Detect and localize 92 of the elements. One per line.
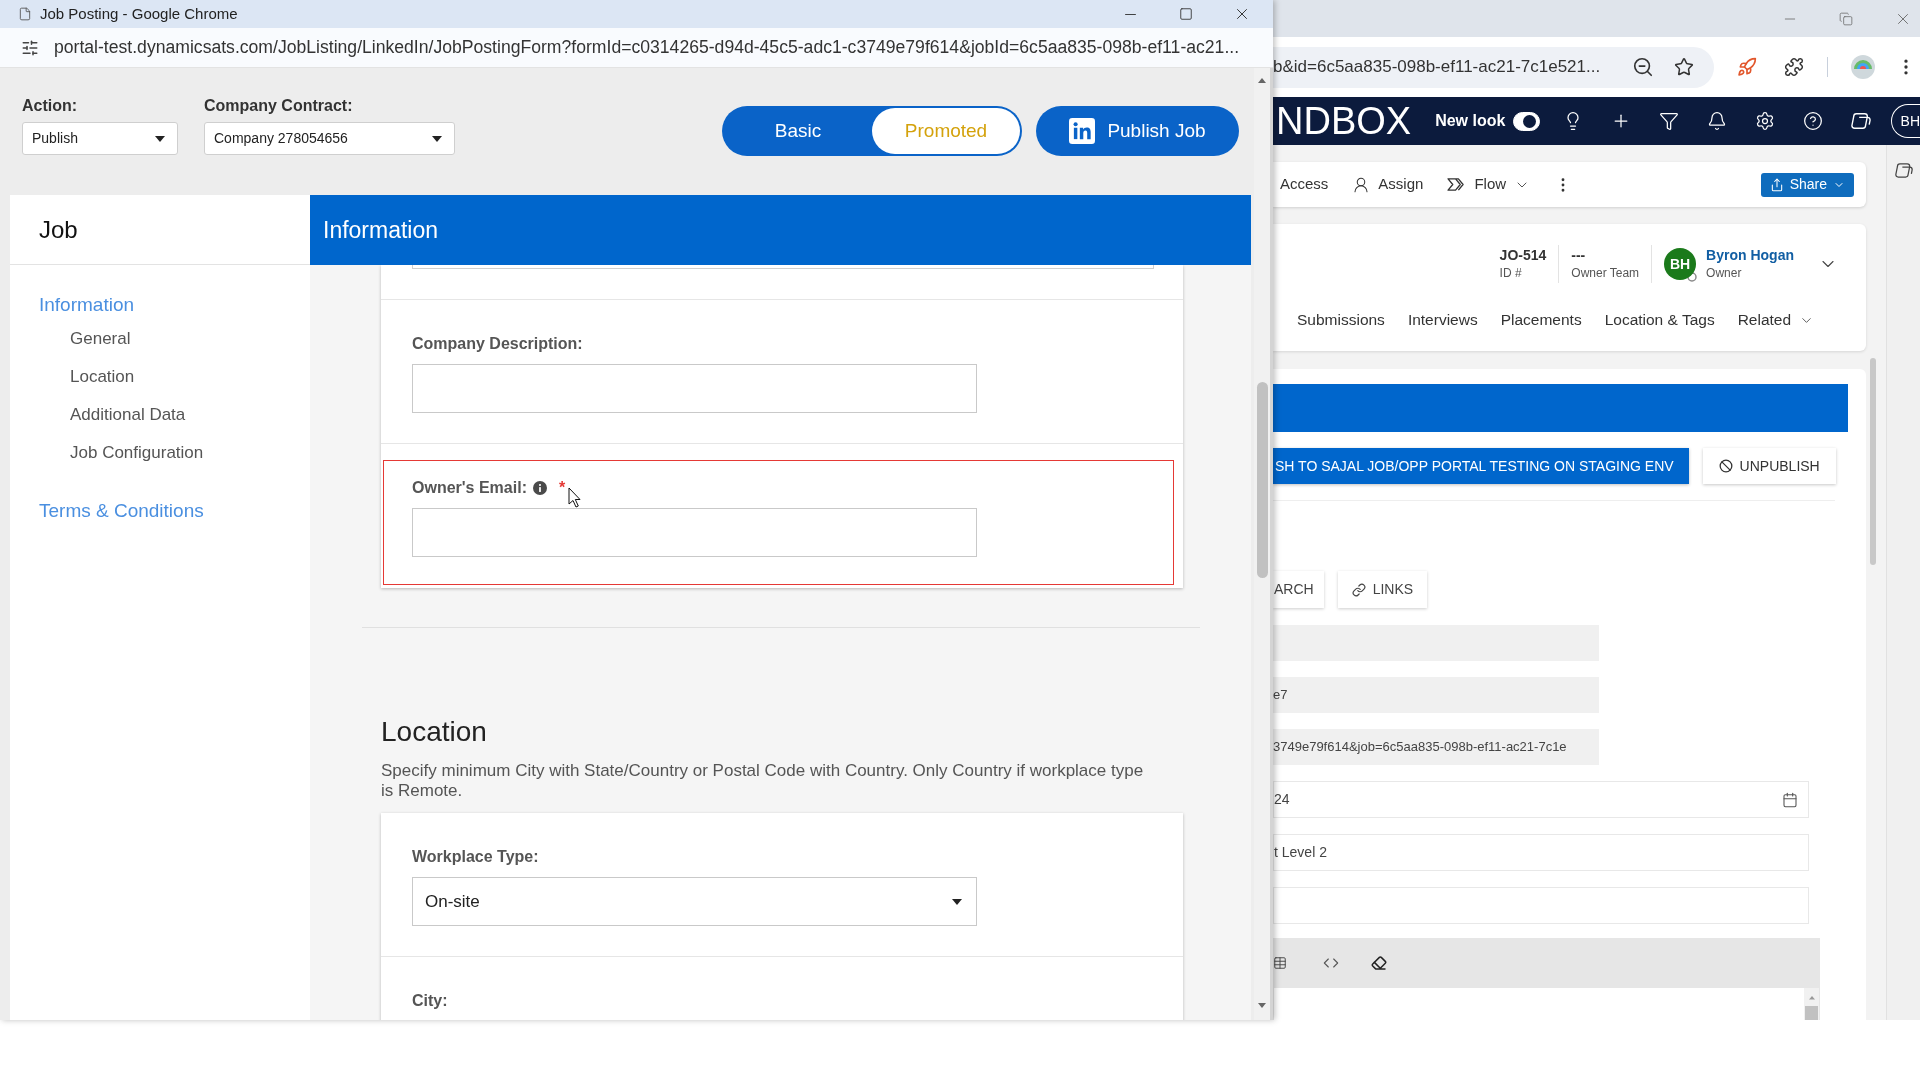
- tab[interactable]: Placements: [1500, 308, 1582, 332]
- plan-option[interactable]: Basic: [724, 108, 872, 154]
- settings-icon[interactable]: [1755, 111, 1775, 131]
- tab[interactable]: Submissions: [1297, 308, 1385, 332]
- bookmark-star-icon[interactable]: [1674, 57, 1694, 77]
- readonly-field: e7: [1273, 677, 1599, 713]
- unpublish-button[interactable]: UNPUBLISH: [1702, 448, 1836, 484]
- info-icon[interactable]: [532, 481, 547, 495]
- person-icon: [1352, 175, 1371, 194]
- field-label: Company Description:: [412, 334, 583, 354]
- logo-icon[interactable]: [1851, 111, 1871, 131]
- required-mark: *: [558, 478, 566, 498]
- owner-name-link[interactable]: Byron Hogan: [1706, 246, 1794, 265]
- scrollbar[interactable]: [1254, 68, 1270, 1020]
- site-settings-icon[interactable]: [21, 38, 39, 57]
- nav-sublink[interactable]: General: [70, 320, 131, 358]
- publish-job-button[interactable]: Publish Job: [1036, 106, 1239, 156]
- calendar-icon[interactable]: [1782, 791, 1798, 808]
- toolbar-button[interactable]: LINKS: [1337, 571, 1428, 608]
- new-look-switch[interactable]: [1513, 111, 1540, 131]
- readonly-field: 3749e79f614&job=6c5aa835-098b-ef11-ac21-7c1e: [1273, 729, 1599, 765]
- bell-icon[interactable]: [1707, 111, 1727, 131]
- dropdown[interactable]: Company 278054656: [204, 122, 455, 155]
- date-field[interactable]: 24: [1273, 781, 1809, 818]
- field-label: City:: [412, 991, 448, 1011]
- link-icon: [1351, 582, 1366, 597]
- field-label: Action:: [22, 97, 79, 115]
- scrollbar-thumb[interactable]: [1256, 382, 1268, 578]
- app-brand: NDBOX: [1275, 102, 1412, 140]
- scrollbar[interactable]: [1804, 988, 1819, 1020]
- field-label: Workplace Type:: [412, 847, 539, 867]
- tab[interactable]: Interviews: [1407, 308, 1478, 332]
- dropdown-arrow-icon: [952, 898, 962, 905]
- toolbar-button[interactable]: ARCH: [1273, 571, 1324, 608]
- double-chevron-icon: [1447, 177, 1467, 192]
- scroll-up-arrow-icon: [1258, 78, 1266, 83]
- select-field[interactable]: On-site: [412, 877, 977, 926]
- filter-icon[interactable]: [1659, 111, 1679, 131]
- profile-avatar-icon[interactable]: [1851, 55, 1875, 79]
- mouse-cursor-icon: [568, 487, 581, 508]
- command-button[interactable]: Assign: [1352, 173, 1424, 196]
- table-icon[interactable]: [1273, 956, 1287, 970]
- command-button[interactable]: Access: [1280, 173, 1329, 196]
- nav-sublink[interactable]: Job Configuration: [70, 434, 204, 472]
- tab[interactable]: Related: [1737, 308, 1815, 332]
- address-bar[interactable]: b&id=6c5aa835-098b-ef11-ac21-7c1e521...: [1273, 46, 1714, 88]
- share-button[interactable]: Share: [1760, 172, 1854, 197]
- section-heading: Location: [381, 715, 487, 749]
- section-description: Specify minimum City with State/Country or Postal Code with Country. Only Country if workplace type is Remote.: [381, 761, 1145, 801]
- dropdown-arrow-icon: [432, 135, 442, 142]
- share-icon: [1769, 177, 1784, 192]
- owner-avatar: BH: [1664, 248, 1697, 280]
- section-title: Information: [323, 215, 439, 245]
- publish-portal-button[interactable]: SH TO SAJAL JOB/OPP PORTAL TESTING ON STAGING ENV: [1273, 448, 1689, 484]
- eraser-icon[interactable]: [1371, 955, 1387, 971]
- input-field[interactable]: [412, 508, 977, 557]
- record-value: JO-514: [1499, 246, 1547, 265]
- dropdown[interactable]: Publish: [22, 122, 178, 155]
- window-title: Job Posting - Google Chrome: [40, 3, 238, 24]
- presence-ring-icon: [1687, 272, 1698, 282]
- ban-icon: [1718, 459, 1733, 473]
- input-field[interactable]: t Level 2: [1273, 834, 1809, 871]
- page-icon: [18, 6, 32, 22]
- logo-icon[interactable]: [1894, 162, 1913, 179]
- field-label: Company Contract:: [204, 97, 354, 115]
- url-text[interactable]: portal-test.dynamicsats.com/JobListing/LinkedIn/JobPostingForm?formId=c0314265-d94d-45c5-adc1-c3749e79f614&jobId=6c5aa835-098b-ef11-ac21...: [54, 34, 1240, 61]
- input-field[interactable]: [412, 265, 1154, 269]
- scroll-down-arrow-icon: [1258, 1003, 1266, 1008]
- scroll-up-arrow-icon: [1807, 996, 1816, 1000]
- record-value: ---: [1571, 246, 1587, 265]
- field-label: Owner's Email:: [412, 478, 527, 498]
- record-label: Owner: [1706, 265, 1743, 282]
- rocket-icon[interactable]: [1737, 57, 1757, 77]
- record-label: ID #: [1499, 265, 1523, 282]
- dropdown-arrow-icon: [155, 135, 165, 142]
- sidebar-title: Job: [39, 214, 78, 245]
- input-field[interactable]: [1273, 887, 1809, 924]
- command-button[interactable]: Flow: [1447, 173, 1531, 196]
- code-icon[interactable]: [1323, 955, 1339, 971]
- tab[interactable]: Location & Tags: [1604, 308, 1715, 332]
- logo-icon: [1069, 118, 1096, 144]
- zoom-icon[interactable]: [1632, 56, 1654, 78]
- input-field[interactable]: [412, 364, 977, 413]
- scrollbar-thumb[interactable]: [1870, 358, 1876, 565]
- maximize-icon[interactable]: [1179, 7, 1193, 21]
- scrollbar-thumb[interactable]: [1805, 1005, 1818, 1020]
- record-label: Owner Team: [1571, 265, 1640, 282]
- extensions-icon[interactable]: [1784, 57, 1804, 77]
- help-icon[interactable]: [1803, 111, 1823, 131]
- nav-sublink[interactable]: Additional Data: [70, 396, 186, 434]
- new-look-label: New look: [1435, 111, 1506, 131]
- nav-sublink[interactable]: Location: [70, 358, 135, 396]
